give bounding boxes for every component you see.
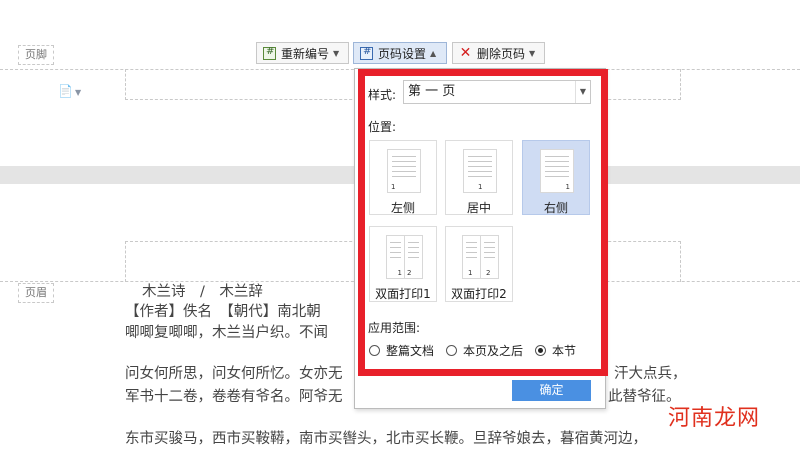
chevron-down-icon: ▼ [74,88,82,97]
style-select-value: 第 一 页 [408,84,456,99]
document-title: 木兰诗 / 木兰辞 [142,284,263,300]
page-number-mark: 2 [486,269,491,277]
page-thumbnail: 1 [386,235,405,279]
position-option-label: 居中 [466,201,491,215]
chevron-down-icon: ▼ [575,81,590,103]
position-option-label: 左侧 [390,201,415,215]
chevron-down-icon: ▼ [529,48,536,58]
delete-page-number-label: 删除页码 [477,46,526,61]
radio-button[interactable] [369,345,380,356]
page-number-mark: 1 [478,183,483,191]
scope-option-label: 整篇文档 [386,344,435,358]
delete-page-number-button[interactable]: ✕ 删除页码 ▼ [452,42,545,64]
page-number-settings-label: 页码设置 [378,46,427,61]
chevron-down-icon: ▼ [333,48,340,58]
renumber-icon [263,46,276,60]
document-icon: 📄 [58,84,73,98]
page-number-settings-button[interactable]: 页码设置 ▲ [353,42,447,64]
page-number-mark: 1 [565,183,570,191]
page-number-mark: 1 [391,183,396,191]
document-line-fragment: 汗大点兵， [614,366,687,382]
scope-option-label: 本页及之后 [463,344,524,358]
scope-option-whole-document[interactable]: 整篇文档 [369,342,434,359]
radio-button-checked[interactable] [535,345,546,356]
header-tag: 页眉 [18,283,54,303]
scope-option-label: 本节 [552,344,577,358]
apply-scope-label: 应用范围: [368,321,421,335]
ok-button[interactable]: 确定 [512,380,591,401]
page-number-settings-icon [360,46,373,60]
renumber-button[interactable]: 重新编号 ▼ [256,42,349,64]
position-option-label: 双面打印1 [375,287,431,301]
position-option-right[interactable]: 1 右侧 [522,140,590,215]
chevron-up-icon: ▲ [430,48,437,58]
scope-option-this-section[interactable]: 本节 [535,342,576,359]
page-number-mark: 2 [407,269,412,277]
document-line: 军书十二卷，卷卷有爷名。阿爷无 [125,389,343,405]
renumber-label: 重新编号 [281,46,330,61]
page-thumbnail: 2 [480,235,499,279]
position-label: 位置: [368,120,397,134]
page-thumbnail: 1 [463,149,497,193]
document-line: 唧唧复唧唧，木兰当户织。不闻 [125,325,328,341]
page-number-mark: 1 [468,269,473,277]
radio-button[interactable] [446,345,457,356]
scope-option-this-page-onward[interactable]: 本页及之后 [446,342,523,359]
position-option-duplex-1[interactable]: 1 2 双面打印1 [369,226,437,302]
document-line: 东市买骏马，西市买鞍鞯，南市买辔头，北市买长鞭。旦辞爷娘去，暮宿黄河边， [125,431,647,447]
position-option-left[interactable]: 1 左侧 [369,140,437,215]
page-thumbnail: 1 [462,235,481,279]
document-line: 【作者】佚名 【朝代】南北朝 [125,304,321,320]
style-select[interactable]: 第 一 页 ▼ [403,80,591,104]
page-thumbnail: 2 [404,235,423,279]
footer-options-button[interactable]: 📄 ▼ [58,84,81,98]
page-thumbnail: 1 [387,149,421,193]
position-option-center[interactable]: 1 居中 [445,140,513,215]
style-label: 样式: [368,88,397,102]
position-option-label: 双面打印2 [451,287,507,301]
watermark-text: 河南龙网 [668,406,761,431]
position-option-label: 右侧 [543,201,568,215]
footer-tag: 页脚 [18,45,54,65]
delete-icon: ✕ [459,44,472,61]
position-option-duplex-2[interactable]: 1 2 双面打印2 [445,226,513,302]
page-number-mark: 1 [397,269,402,277]
page-thumbnail: 1 [540,149,574,193]
document-line: 问女何所思，问女何所忆。女亦无 [125,366,343,382]
